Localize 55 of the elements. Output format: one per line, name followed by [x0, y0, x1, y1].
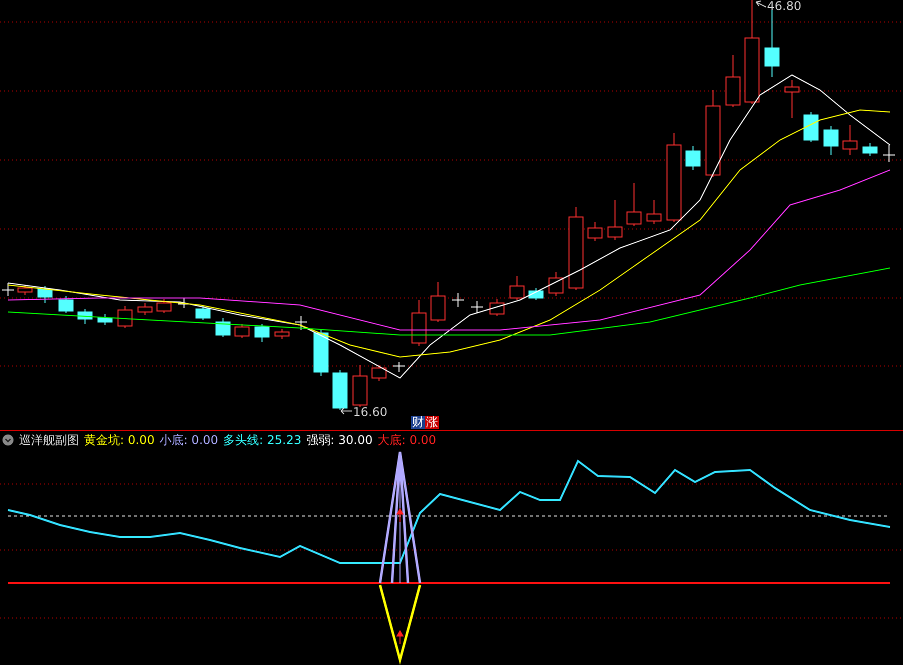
candlestick	[234, 324, 250, 338]
candlestick	[824, 126, 838, 156]
indicator-reading: 黄金坑: 0.00	[84, 432, 155, 448]
candlestick	[216, 318, 230, 338]
candlestick	[412, 300, 426, 346]
indicator-reading: 大底: 0.00	[378, 432, 436, 448]
leader-line	[340, 408, 352, 414]
candlestick	[626, 182, 642, 226]
candlestick	[156, 298, 172, 314]
candlestick	[314, 330, 328, 376]
candlestick	[528, 288, 544, 300]
candlestick	[510, 276, 524, 300]
candlestick	[332, 370, 348, 410]
candlestick	[548, 272, 564, 296]
indicator-title: 巡洋舰副图	[19, 432, 79, 448]
candlestick	[294, 316, 308, 330]
candlestick	[608, 200, 622, 240]
candlestick	[18, 284, 32, 296]
indicator-reading: 多头线: 25.23	[223, 432, 302, 448]
leader-line	[756, 0, 766, 8]
candlestick	[430, 282, 446, 322]
candlestick	[178, 298, 190, 308]
candlestick	[882, 144, 896, 162]
candlestick	[254, 324, 270, 342]
candlestick	[686, 146, 700, 170]
candlestick	[804, 112, 818, 142]
candlestick	[470, 300, 484, 314]
candlestick	[118, 306, 132, 328]
candlestick	[784, 80, 800, 118]
collapse-icon[interactable]	[2, 434, 14, 446]
candlestick	[490, 298, 504, 316]
news-tag[interactable]: 财	[411, 416, 425, 429]
candlestick	[352, 364, 368, 408]
candlestick	[98, 314, 112, 326]
candlestick	[862, 142, 878, 156]
indicator-reading: 强弱: 30.00	[306, 432, 373, 448]
candlestick	[138, 302, 152, 316]
candlestick	[452, 292, 464, 308]
indicator-reading: 小底: 0.00	[160, 432, 218, 448]
candlestick	[78, 308, 92, 324]
candlestick	[58, 296, 74, 314]
candlestick	[588, 222, 602, 242]
candlestick	[392, 362, 406, 372]
candlestick	[2, 282, 14, 296]
candlestick	[196, 306, 210, 320]
low-price-label: 16.60	[353, 406, 388, 419]
candlestick	[646, 200, 662, 224]
candlestick	[726, 54, 740, 108]
arrow-icon	[396, 508, 404, 522]
candlestick	[372, 364, 386, 382]
high-price-label: 46.80	[767, 0, 802, 13]
news-tag[interactable]: 涨	[425, 416, 439, 429]
candlestick	[38, 286, 52, 304]
candlestick	[842, 124, 858, 156]
arrow-icon	[396, 630, 404, 644]
